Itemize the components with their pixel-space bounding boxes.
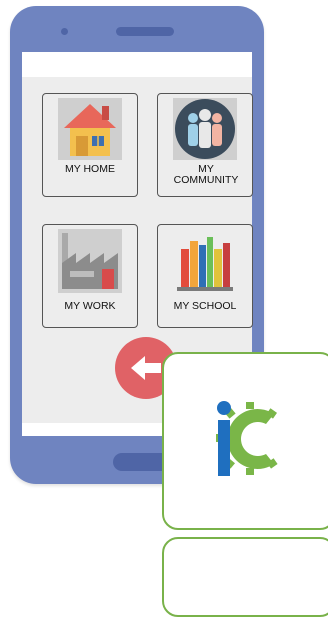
- ic-logo: [216, 401, 278, 476]
- camera-dot: [61, 28, 68, 35]
- tile-my-school[interactable]: MY SCHOOL: [157, 224, 253, 328]
- tile-label: MY COMMUNITY: [173, 163, 239, 186]
- tile-my-community[interactable]: MY COMMUNITY: [157, 93, 253, 197]
- logo-badge: [162, 352, 328, 530]
- arrow-left-icon: [131, 356, 161, 380]
- tile-label: MY HOME: [65, 163, 115, 175]
- speaker-slot: [116, 27, 174, 36]
- tile-label: MY SCHOOL: [173, 300, 237, 312]
- factory-icon: [58, 229, 122, 293]
- tile-my-work[interactable]: MY WORK: [42, 224, 138, 328]
- books-icon: [173, 229, 237, 293]
- house-icon: [58, 98, 122, 160]
- people-icon: [173, 98, 237, 160]
- tile-my-home[interactable]: MY HOME: [42, 93, 138, 197]
- tile-label: MY WORK: [64, 300, 116, 312]
- logo-badge-secondary: [162, 537, 328, 617]
